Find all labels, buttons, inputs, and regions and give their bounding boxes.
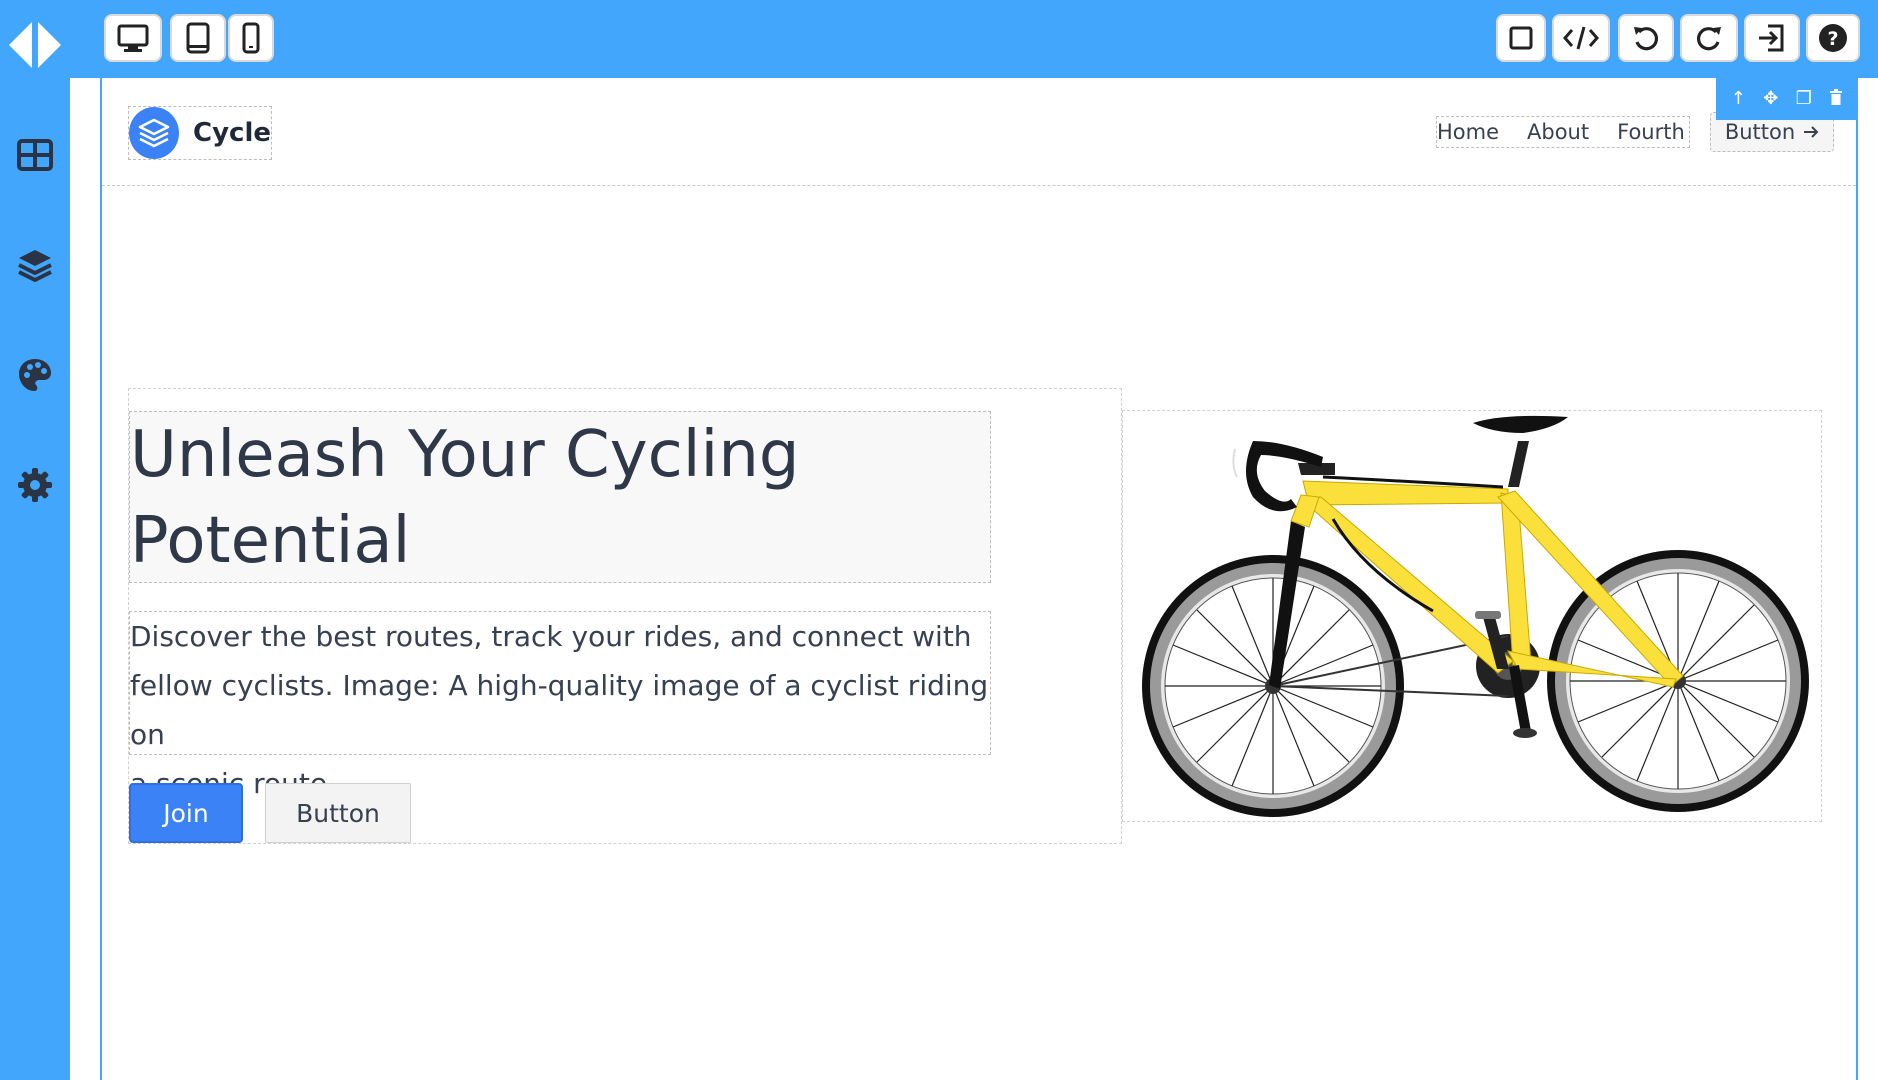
- site-brand[interactable]: Cycle: [128, 106, 272, 160]
- editor-topbar: ?: [0, 0, 1878, 78]
- layers-icon: [18, 250, 52, 282]
- move-icon[interactable]: ✥: [1763, 90, 1778, 108]
- hero-heading[interactable]: Unleash Your Cycling Potential: [129, 411, 991, 583]
- export-icon: [1759, 24, 1784, 52]
- nav-links: Home About Fourth: [1436, 116, 1690, 148]
- layers-button[interactable]: [15, 245, 55, 285]
- settings-button[interactable]: [15, 465, 55, 505]
- desktop-icon: [117, 24, 149, 52]
- brand-name: Cycle: [193, 118, 271, 148]
- export-button[interactable]: [1744, 14, 1800, 62]
- trash-icon[interactable]: [1829, 89, 1843, 109]
- desktop-view-button[interactable]: [104, 14, 162, 62]
- nav-button-label: Button: [1724, 120, 1796, 144]
- site-navbar[interactable]: Cycle Home About Fourth Button ↑ ✥ ❐: [102, 78, 1858, 186]
- undo-icon: [1634, 27, 1659, 51]
- hero-paragraph[interactable]: Discover the best routes, track your rid…: [129, 611, 991, 800]
- gear-icon: [18, 468, 52, 502]
- nav-link-home[interactable]: Home: [1437, 120, 1499, 144]
- editor-canvas[interactable]: Cycle Home About Fourth Button ↑ ✥ ❐ Unl…: [100, 78, 1858, 1080]
- arrow-up-icon[interactable]: ↑: [1731, 90, 1746, 108]
- hero-content[interactable]: Unleash Your Cycling Potential Discover …: [128, 388, 1122, 844]
- tablet-icon: [186, 22, 210, 54]
- tablet-view-button[interactable]: [170, 14, 226, 62]
- hero-image[interactable]: [1122, 410, 1822, 822]
- palette-icon: [19, 359, 51, 391]
- help-icon: ?: [1819, 24, 1847, 52]
- redo-icon: [1696, 27, 1721, 51]
- undo-button[interactable]: [1618, 14, 1674, 62]
- mobile-view-button[interactable]: [228, 14, 274, 62]
- secondary-button[interactable]: Button: [265, 783, 411, 843]
- brand-layers-icon: [129, 107, 179, 159]
- arrow-right-icon: [1804, 126, 1819, 138]
- code-view-button[interactable]: [1552, 14, 1610, 62]
- blocks-icon: [17, 139, 53, 171]
- square-icon: [1509, 26, 1533, 50]
- blocks-button[interactable]: [15, 135, 55, 175]
- copy-icon[interactable]: ❐: [1796, 90, 1812, 108]
- nav-link-about[interactable]: About: [1527, 120, 1589, 144]
- help-button[interactable]: ?: [1806, 14, 1860, 62]
- theme-button[interactable]: [15, 355, 55, 395]
- editor-sidebar: [0, 0, 70, 1080]
- app-logo: [5, 16, 65, 74]
- nav-link-fourth[interactable]: Fourth: [1617, 120, 1685, 144]
- redo-button[interactable]: [1680, 14, 1738, 62]
- bicycle-illustration: [1142, 415, 1809, 817]
- selection-toolbar: ↑ ✥ ❐: [1716, 78, 1858, 120]
- mobile-icon: [242, 22, 260, 54]
- code-icon: [1563, 26, 1599, 50]
- svg-text:?: ?: [1827, 28, 1838, 50]
- square-view-button[interactable]: [1496, 14, 1546, 62]
- join-button[interactable]: Join: [129, 783, 243, 843]
